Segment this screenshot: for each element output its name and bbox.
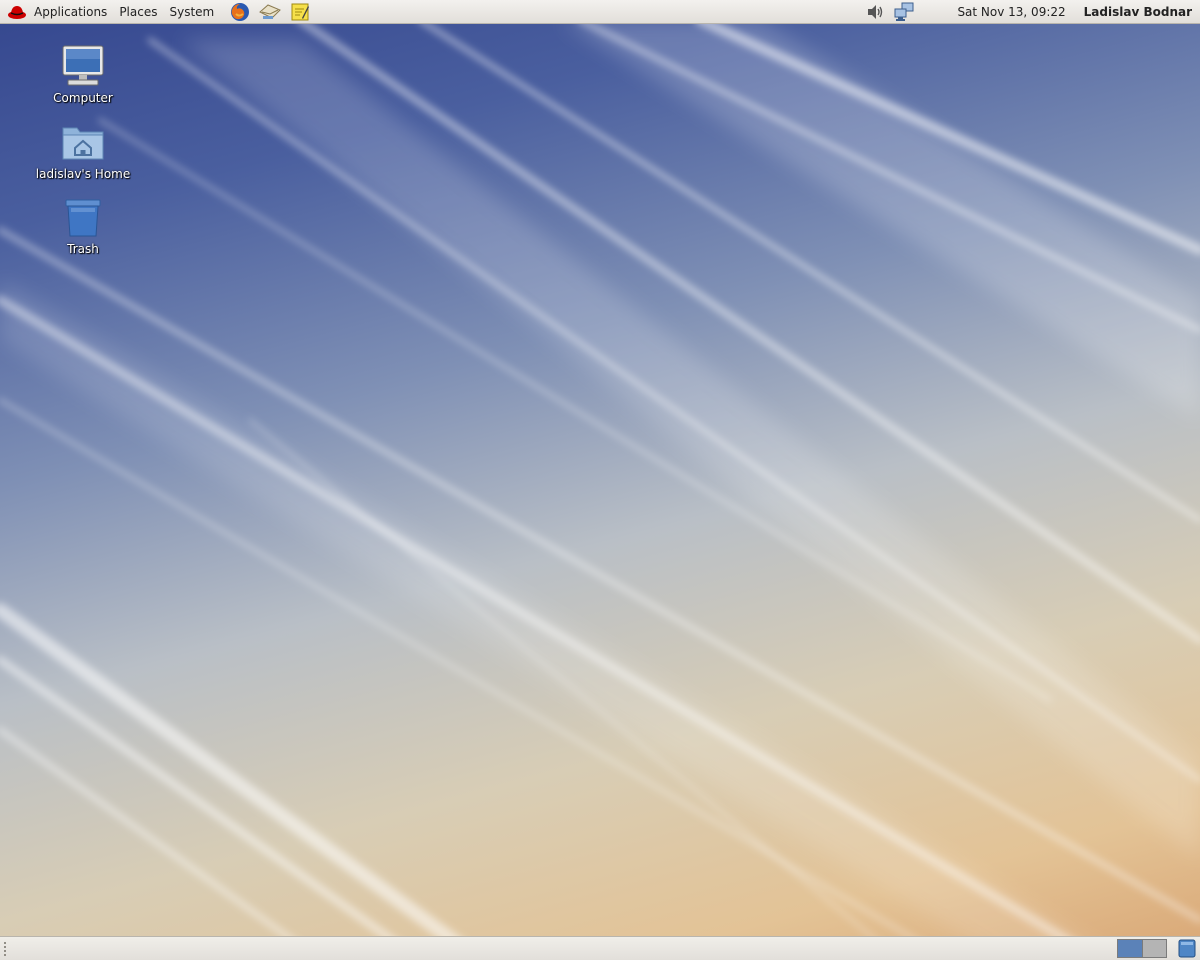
notes-icon[interactable] (288, 1, 312, 23)
desktop-icon-label: Computer (53, 91, 113, 105)
workspace-1[interactable] (1118, 940, 1142, 957)
desktop[interactable]: Computer ladislav's Home Trash (0, 0, 1200, 960)
panel-right-area: Sat Nov 13, 09:22 Ladislav Bodnar (865, 0, 1200, 24)
top-panel: Applications Places System Sat Nov 13, 0… (0, 0, 1200, 24)
show-desktop-icon[interactable] (1178, 939, 1196, 958)
menu-system[interactable]: System (163, 0, 220, 24)
network-icon[interactable] (893, 1, 915, 23)
user-menu[interactable]: Ladislav Bodnar (1084, 0, 1192, 24)
mail-icon[interactable] (258, 1, 282, 23)
redhat-logo-icon[interactable] (6, 1, 28, 23)
trash-icon (59, 193, 107, 241)
bottom-panel (0, 936, 1200, 960)
volume-icon[interactable] (865, 1, 887, 23)
panel-grip-handle[interactable] (3, 941, 7, 956)
firefox-icon[interactable] (228, 1, 252, 23)
menu-places[interactable]: Places (113, 0, 163, 24)
desktop-icon-computer[interactable]: Computer (28, 42, 138, 105)
desktop-icon-label: ladislav's Home (35, 167, 131, 181)
menu-applications[interactable]: Applications (28, 0, 113, 24)
computer-icon (59, 42, 107, 90)
wallpaper (0, 15, 1200, 960)
workspace-2[interactable] (1141, 940, 1166, 957)
desktop-icon-trash[interactable]: Trash (28, 193, 138, 256)
home-folder-icon (59, 118, 107, 166)
desktop-icon-home[interactable]: ladislav's Home (28, 118, 138, 181)
clock[interactable]: Sat Nov 13, 09:22 (957, 0, 1065, 24)
desktop-icon-label: Trash (67, 242, 99, 256)
workspace-switcher[interactable] (1117, 939, 1167, 958)
